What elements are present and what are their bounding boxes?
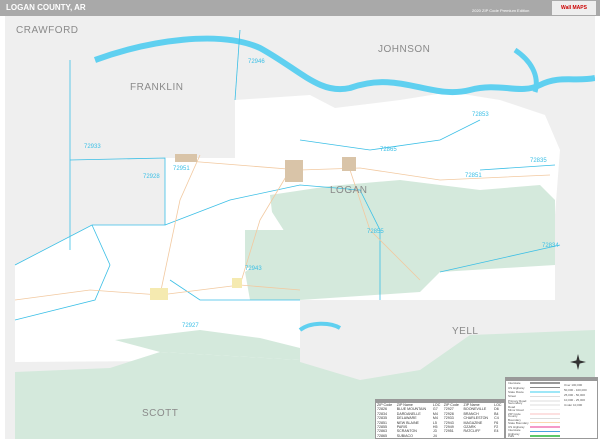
legend-swatch — [530, 395, 560, 398]
header-bar: LOGAN COUNTY, AR 2020 ZIP Code Premium E… — [0, 0, 600, 16]
zip-label: 72851 — [465, 173, 482, 179]
logo: Wall MAPS — [552, 1, 596, 15]
table-cell: J4 — [432, 433, 437, 438]
county-label-franklin: FRANKLIN — [130, 82, 184, 93]
city-size-item: Under 10,000 — [564, 403, 583, 407]
zip-label: 72927 — [182, 323, 199, 329]
table-cell — [443, 434, 463, 438]
page-title: LOGAN COUNTY, AR — [6, 3, 86, 12]
legend-swatch — [530, 400, 560, 402]
zip-label: 72928 — [143, 174, 160, 180]
legend-item: Park — [506, 434, 564, 438]
legend-swatch — [530, 404, 560, 406]
zip-label: 72853 — [472, 112, 489, 118]
county-map[interactable] — [5, 16, 595, 439]
county-label-yell: YELL — [452, 326, 479, 337]
legend-label: US Highway — [508, 385, 525, 390]
table-cell: SUBIACO — [396, 433, 413, 438]
legend-swatch — [530, 430, 560, 433]
county-label-scott: SCOTT — [142, 408, 179, 419]
legend-swatch — [530, 391, 560, 393]
legend-label: Interstate — [508, 381, 521, 386]
county-label-logan: LOGAN — [330, 185, 368, 196]
zip-label: 72865 — [380, 147, 397, 153]
legend-swatch — [530, 421, 560, 424]
legend-label: Park — [508, 433, 515, 438]
zip-label: 72835 — [530, 158, 547, 164]
zip-label: 72951 — [173, 166, 190, 172]
zip-label: 72933 — [84, 144, 101, 150]
legend-swatch — [530, 408, 560, 411]
legend-swatch — [530, 382, 560, 384]
zip-label: 72946 — [248, 59, 265, 65]
legend-swatch — [530, 426, 560, 428]
county-label-crawford: CRAWFORD — [16, 25, 79, 36]
legend-swatch — [530, 435, 560, 437]
map-legend: Interstate US Highway State Route Street Pri… — [505, 377, 598, 439]
legend-label: State Route — [508, 389, 524, 394]
zip-code-table: ZIP Code ZIP Name LOC ZIP Code ZIP Name … — [375, 399, 505, 439]
table-cell: 72865 — [377, 433, 387, 438]
legend-swatch — [530, 413, 560, 415]
table-cell — [493, 434, 504, 438]
table-cell — [463, 434, 494, 438]
legend-label: Street — [508, 394, 517, 399]
county-label-johnson: JOHNSON — [378, 44, 431, 55]
zip-label: 72834 — [542, 243, 559, 249]
legend-label: Minor Road — [508, 407, 524, 412]
zip-label: 72943 — [245, 266, 262, 272]
legend-swatch — [530, 417, 560, 420]
zip-label: 72855 — [367, 229, 384, 235]
edition-label: 2020 ZIP Code Premium Edition — [472, 8, 530, 13]
legend-swatch — [530, 386, 560, 389]
legend-label: State Boundary — [508, 420, 529, 425]
table-row: 72865 SUBIACO J4 — [376, 434, 504, 438]
